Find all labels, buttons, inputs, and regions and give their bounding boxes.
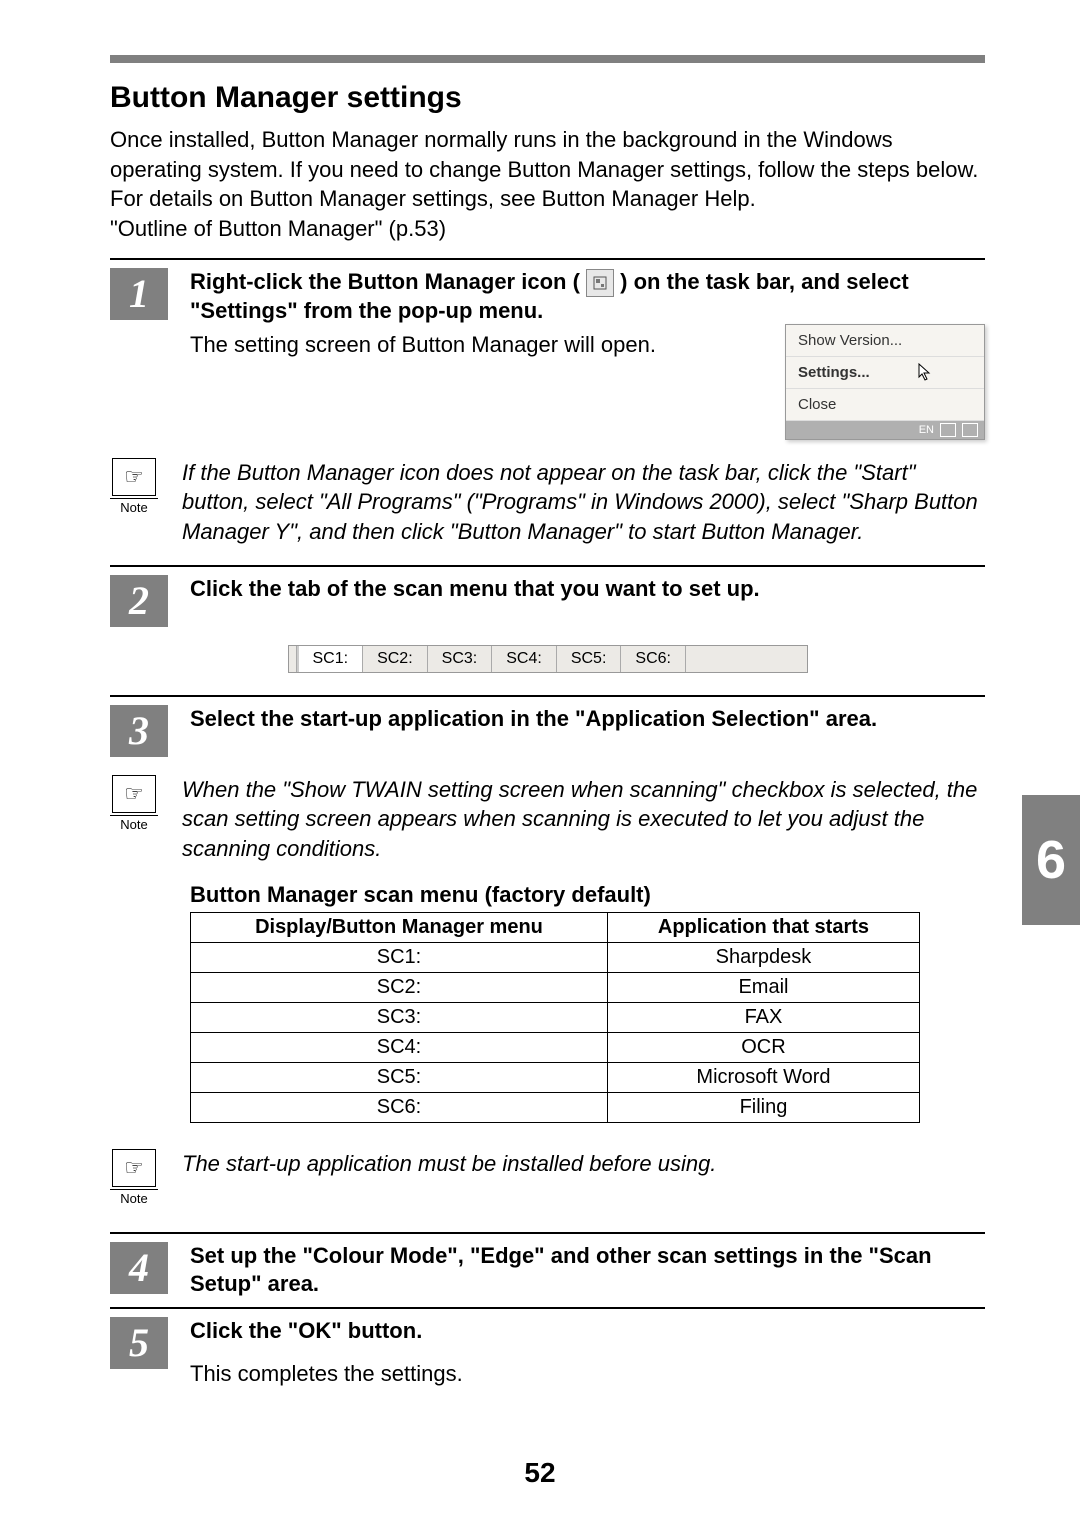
systray-app-icon [962,423,978,437]
menu-item-show-version[interactable]: Show Version... [786,325,984,357]
step-5-desc: This completes the settings. [190,1359,985,1389]
step-4-title: Set up the "Colour Mode", "Edge" and oth… [190,1242,985,1299]
step-3-title: Select the start-up application in the "… [190,705,985,734]
scan-tabs: SC1: SC2: SC3: SC4: SC5: SC6: [288,645,808,673]
table-row: SC5:Microsoft Word [191,1062,920,1092]
step-1-title-a: Right-click the Button Manager icon ( [190,269,580,294]
tab-gutter [289,646,297,672]
step-2-title: Click the tab of the scan menu that you … [190,575,985,604]
note-2-text: When the "Show TWAIN setting screen when… [182,775,985,864]
page-title: Button Manager settings [110,81,985,115]
step-5: 5 Click the "OK" button. This completes … [110,1307,985,1389]
cursor-icon [918,363,934,386]
note-1-text: If the Button Manager icon does not appe… [182,458,985,547]
step-3-number: 3 [110,705,168,757]
step-4: 4 Set up the "Colour Mode", "Edge" and o… [110,1232,985,1299]
step-5-number: 5 [110,1317,168,1369]
button-manager-tray-icon [586,269,614,297]
defaults-table: Display/Button Manager menu Application … [190,912,920,1123]
note-2-label: Note [110,815,158,832]
note-hand-icon: ☞ [112,458,156,496]
step-4-number: 4 [110,1242,168,1294]
top-rule [110,55,985,63]
step-1-title: Right-click the Button Manager icon ( ) … [190,268,985,326]
note-3-label: Note [110,1189,158,1206]
page-number: 52 [0,1457,1080,1489]
step-5-title: Click the "OK" button. [190,1317,985,1346]
step-1-desc: The setting screen of Button Manager wil… [190,330,769,360]
chapter-tab: 6 [1022,795,1080,925]
systray-lang: EN [919,424,934,436]
systray-keyboard-icon [940,423,956,437]
step-2: 2 Click the tab of the scan menu that yo… [110,565,985,627]
table-row: SC3:FAX [191,1002,920,1032]
step-1-number: 1 [110,268,168,320]
context-menu: Show Version... Settings... Close EN [785,324,985,440]
table-row: SC4:OCR [191,1032,920,1062]
table-row: SC1:Sharpdesk [191,942,920,972]
tab-sc2[interactable]: SC2: [363,646,428,672]
tab-sc1[interactable]: SC1: [297,646,364,672]
th-app: Application that starts [607,912,919,942]
note-hand-icon: ☞ [112,775,156,813]
table-caption: Button Manager scan menu (factory defaul… [190,882,985,908]
table-row: SC2:Email [191,972,920,1002]
table-row: SC6:Filing [191,1092,920,1122]
menu-item-close[interactable]: Close [786,389,984,421]
note-2: ☞ Note When the "Show TWAIN setting scre… [110,775,985,864]
intro-text: Once installed, Button Manager normally … [110,125,985,244]
tab-sc6[interactable]: SC6: [621,646,686,672]
note-1: ☞ Note If the Button Manager icon does n… [110,458,985,547]
note-1-label: Note [110,498,158,515]
step-3: 3 Select the start-up application in the… [110,695,985,757]
note-3: ☞ Note The start-up application must be … [110,1149,985,1206]
menu-item-settings-label: Settings... [798,364,870,381]
tab-sc5[interactable]: SC5: [557,646,622,672]
th-menu: Display/Button Manager menu [191,912,608,942]
step-2-number: 2 [110,575,168,627]
menu-item-settings[interactable]: Settings... [786,357,984,389]
systray: EN [786,421,984,439]
note-hand-icon: ☞ [112,1149,156,1187]
tab-sc3[interactable]: SC3: [428,646,493,672]
step-1: 1 Right-click the Button Manager icon ( … [110,258,985,440]
note-3-text: The start-up application must be install… [182,1149,985,1179]
tab-sc4[interactable]: SC4: [492,646,557,672]
